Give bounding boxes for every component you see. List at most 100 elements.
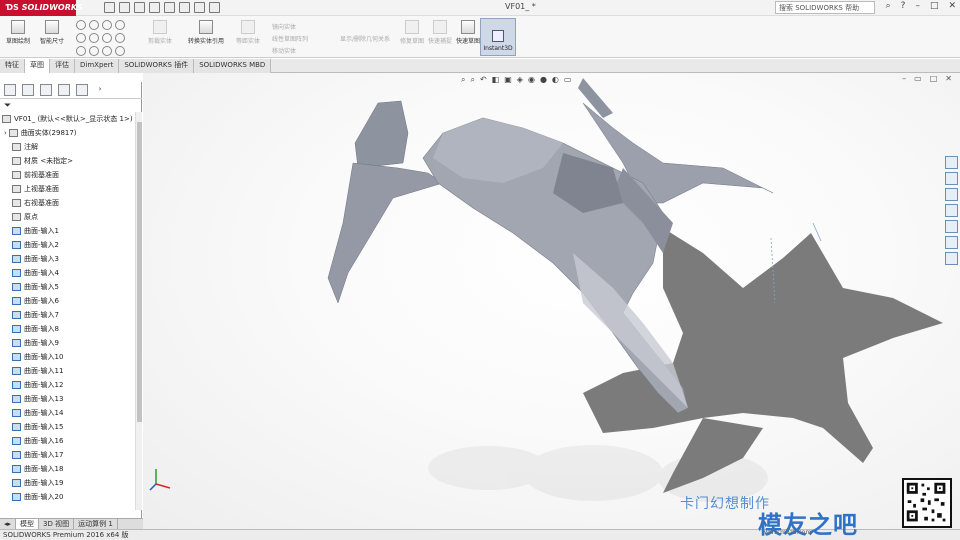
tree-imported-surface[interactable]: 曲面-输入17 (12, 448, 63, 462)
smart-dimension-button[interactable]: 智能尺寸 (40, 20, 64, 45)
quick-snaps-button[interactable]: 快速捕捉 (428, 20, 452, 45)
tab-addins[interactable]: SOLIDWORKS 插件 (119, 59, 195, 73)
instant3d-button[interactable]: Instant3D (480, 18, 516, 56)
graphics-viewport[interactable]: ⌕ ⌕ ↶ ◧ ▣ ◈ ◉ ● ◐ ▭ – ▭ □ ✕ (143, 73, 960, 529)
tab-sketch[interactable]: 草图 (25, 59, 50, 73)
rebuild-icon[interactable] (194, 2, 205, 13)
appearances-icon[interactable] (945, 220, 958, 233)
tree-imported-surface[interactable]: 曲面-输入1 (12, 224, 59, 238)
panel-scrollbar[interactable] (135, 112, 142, 510)
open-icon[interactable] (119, 2, 130, 13)
expand-arrow-icon[interactable]: › (4, 129, 7, 137)
tab-dimxpert[interactable]: DimXpert (75, 59, 120, 73)
close-button[interactable]: ✕ (948, 1, 956, 11)
sketch-entity-tools-row1[interactable] (76, 20, 125, 30)
tree-imported-surface[interactable]: 曲面-输入4 (12, 266, 59, 280)
sketch-entity-tools-row2[interactable] (76, 33, 125, 43)
tree-front-plane[interactable]: 前视基准面 (12, 168, 59, 182)
tree-imported-surface[interactable]: 曲面-输入7 (12, 308, 59, 322)
dimension-icon[interactable] (115, 20, 125, 30)
options-icon[interactable] (209, 2, 220, 13)
tree-right-plane[interactable]: 右视基准面 (12, 196, 59, 210)
file-explorer-icon[interactable] (945, 188, 958, 201)
tree-imported-surface[interactable]: 曲面-输入10 (12, 350, 63, 364)
property-manager-icon[interactable] (22, 84, 34, 96)
dimxpert-icon[interactable] (58, 84, 70, 96)
save-icon[interactable] (134, 2, 145, 13)
tree-imported-surface[interactable]: 曲面-输入13 (12, 392, 63, 406)
tree-imported-surface[interactable]: 曲面-输入6 (12, 294, 59, 308)
tree-imported-surface[interactable]: 曲面-输入8 (12, 322, 59, 336)
solidworks-logo[interactable]: ƊS SOLIDWORKS (0, 0, 83, 16)
tree-origin[interactable]: 原点 (12, 210, 38, 224)
configuration-icon[interactable] (40, 84, 52, 96)
tab-evaluate[interactable]: 评估 (50, 59, 75, 73)
line-icon[interactable] (76, 20, 86, 30)
tab-motion-study[interactable]: 运动算例 1 (74, 519, 118, 529)
tree-surface-bodies[interactable]: › 曲面实体(29817) (4, 126, 77, 140)
trim-entities-button[interactable]: 剪裁实体 (148, 20, 172, 45)
tab-3d-views[interactable]: 3D 视图 (39, 519, 75, 529)
rectangle-icon[interactable] (76, 33, 86, 43)
tree-imported-surface[interactable]: 曲面-输入18 (12, 462, 63, 476)
view-palette-icon[interactable] (945, 204, 958, 217)
feature-tree-icon[interactable] (4, 84, 16, 96)
undo-icon[interactable] (164, 2, 175, 13)
tree-annotations[interactable]: 注解 (12, 140, 38, 154)
offset-entities-button[interactable]: 等距实体 (236, 20, 260, 45)
sketch-button[interactable]: 草图绘制 (6, 20, 30, 45)
circle-icon[interactable] (89, 20, 99, 30)
scrollbar-thumb[interactable] (137, 122, 142, 422)
point-icon[interactable] (102, 46, 112, 56)
text-icon[interactable] (115, 46, 125, 56)
aircraft-model-svg[interactable] (143, 73, 960, 529)
linear-pattern-button[interactable]: 线性草图阵列 (272, 34, 308, 43)
tree-imported-surface[interactable]: 曲面-输入12 (12, 378, 63, 392)
print-icon[interactable] (149, 2, 160, 13)
sketch-entity-tools-row3[interactable] (76, 46, 125, 56)
repair-sketch-button[interactable]: 修复草图 (400, 20, 424, 45)
convert-entities-button[interactable]: 转换实体引用 (188, 20, 224, 45)
custom-properties-icon[interactable] (945, 236, 958, 249)
tree-top-plane[interactable]: 上视基准面 (12, 182, 59, 196)
display-manager-icon[interactable] (76, 84, 88, 96)
design-library-icon[interactable] (945, 172, 958, 185)
display-relations-button[interactable]: 显示/删除几何关系 (340, 34, 390, 43)
tree-imported-surface[interactable]: 曲面-输入2 (12, 238, 59, 252)
tree-imported-surface[interactable]: 曲面-输入14 (12, 406, 63, 420)
filter-icon[interactable]: ⏷ (4, 101, 11, 111)
polygon-icon[interactable] (89, 46, 99, 56)
tree-imported-surface[interactable]: 曲面-输入16 (12, 434, 63, 448)
tree-imported-surface[interactable]: 曲面-输入20 (12, 490, 63, 504)
maximize-button[interactable]: □ (930, 1, 939, 11)
tab-nav-arrows[interactable]: ◂▸ (0, 519, 17, 529)
mirror-entities-button[interactable]: 镜向实体 (272, 22, 296, 31)
tree-root[interactable]: VF01_ (默认<<默认>_显示状态 1>) (2, 112, 133, 126)
tab-features[interactable]: 特征 (0, 59, 25, 73)
new-file-icon[interactable] (104, 2, 115, 13)
move-entities-button[interactable]: 移动实体 (272, 46, 296, 55)
tree-material[interactable]: 材质 <未指定> (12, 154, 73, 168)
tree-imported-surface[interactable]: 曲面-输入9 (12, 336, 59, 350)
tree-imported-surface[interactable]: 曲面-输入3 (12, 252, 59, 266)
tree-imported-surface[interactable]: 曲面-输入5 (12, 280, 59, 294)
fillet-icon[interactable] (115, 33, 125, 43)
help-icon[interactable]: ? (901, 1, 906, 11)
help-search-input[interactable]: 搜索 SOLIDWORKS 帮助 (775, 1, 875, 14)
rapid-sketch-button[interactable]: 快速草图 (456, 20, 480, 45)
search-icon[interactable]: ⌕ (886, 1, 891, 11)
task-pane-extra-icon[interactable] (945, 252, 958, 265)
minimize-button[interactable]: – (915, 1, 920, 11)
tab-mbd[interactable]: SOLIDWORKS MBD (194, 59, 272, 73)
tab-model[interactable]: 模型 (16, 519, 40, 529)
tree-imported-surface[interactable]: 曲面-输入15 (12, 420, 63, 434)
slot-icon[interactable] (76, 46, 86, 56)
arc-icon[interactable] (89, 33, 99, 43)
ellipse-icon[interactable] (102, 33, 112, 43)
tree-imported-surface[interactable]: 曲面-输入19 (12, 476, 63, 490)
spline-icon[interactable] (102, 20, 112, 30)
select-icon[interactable] (179, 2, 190, 13)
tree-imported-surface[interactable]: 曲面-输入11 (12, 364, 63, 378)
panel-expand-icon[interactable]: › (94, 84, 106, 96)
solidworks-resources-icon[interactable] (945, 156, 958, 169)
